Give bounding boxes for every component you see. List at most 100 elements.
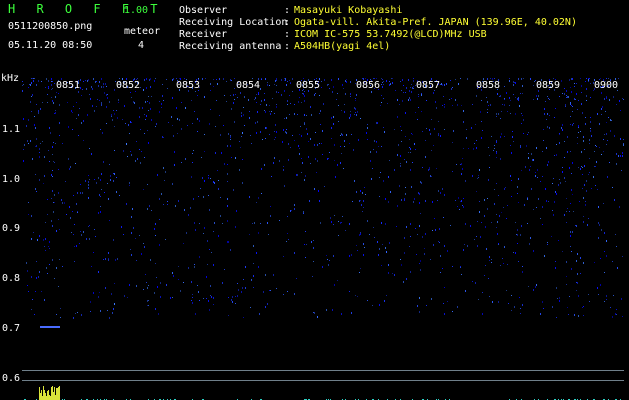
noise-pixel [408, 79, 409, 81]
noise-pixel [481, 121, 482, 122]
noise-pixel [110, 175, 111, 177]
noise-pixel [344, 146, 345, 147]
noise-pixel [575, 225, 576, 226]
noise-pixel [600, 258, 601, 259]
noise-pixel [143, 243, 144, 244]
noise-pixel [197, 95, 198, 96]
noise-pixel [71, 232, 72, 233]
noise-pixel [410, 169, 411, 171]
noise-pixel [431, 176, 432, 177]
noise-pixel [614, 135, 615, 137]
noise-pixel [193, 150, 194, 151]
colon: : [284, 29, 291, 40]
noise-pixel [440, 272, 441, 273]
noise-pixel [28, 202, 29, 203]
noise-pixel [250, 307, 251, 308]
noise-pixel [334, 144, 335, 146]
noise-pixel [386, 295, 387, 296]
noise-pixel [484, 275, 485, 276]
noise-pixel [568, 96, 569, 98]
noise-pixel [56, 92, 57, 93]
noise-pixel [487, 208, 488, 210]
noise-pixel [362, 78, 363, 79]
noise-pixel [345, 80, 346, 82]
noise-pixel [38, 112, 39, 114]
noise-pixel [412, 162, 413, 163]
noise-pixel [149, 205, 150, 207]
noise-pixel [51, 78, 52, 80]
noise-pixel [130, 249, 131, 250]
noise-pixel [590, 128, 591, 129]
noise-pixel [262, 139, 263, 140]
noise-pixel [358, 139, 359, 141]
noise-pixel [46, 78, 47, 80]
noise-pixel [303, 211, 304, 213]
noise-pixel [536, 95, 537, 97]
noise-pixel [460, 201, 461, 202]
noise-pixel [496, 227, 497, 228]
noise-pixel [547, 96, 548, 97]
noise-pixel [332, 309, 333, 311]
noise-pixel [186, 232, 187, 234]
noise-pixel [36, 261, 37, 262]
noise-pixel [199, 120, 200, 122]
noise-pixel [334, 284, 335, 286]
noise-pixel [529, 169, 530, 171]
noise-pixel [583, 140, 584, 142]
noise-pixel [341, 110, 342, 111]
noise-pixel [118, 102, 119, 103]
noise-pixel [462, 168, 463, 170]
noise-pixel [444, 84, 445, 86]
noise-pixel [304, 91, 305, 92]
noise-pixel [284, 78, 285, 79]
noise-pixel [589, 78, 590, 79]
noise-pixel [411, 133, 412, 134]
noise-pixel [403, 92, 404, 93]
noise-pixel [94, 179, 95, 180]
noise-pixel [94, 229, 95, 230]
noise-pixel [283, 129, 284, 131]
noise-pixel [500, 158, 501, 160]
noise-pixel [518, 178, 519, 180]
noise-pixel [554, 117, 555, 118]
noise-pixel [392, 82, 393, 84]
noise-pixel [476, 147, 477, 149]
noise-pixel [88, 175, 89, 176]
noise-pixel [586, 100, 587, 101]
noise-pixel [265, 78, 266, 80]
noise-pixel [457, 306, 458, 308]
noise-pixel [224, 95, 225, 96]
noise-pixel [343, 168, 344, 169]
noise-pixel [34, 116, 35, 117]
noise-pixel [441, 83, 442, 85]
noise-pixel [517, 98, 518, 100]
noise-pixel [515, 222, 516, 223]
noise-pixel [582, 167, 583, 168]
noise-pixel [117, 117, 118, 119]
noise-pixel [546, 147, 547, 149]
noise-pixel [411, 91, 412, 93]
colon: : [284, 41, 291, 52]
noise-pixel [105, 258, 106, 260]
noise-pixel [583, 221, 584, 223]
noise-pixel [100, 129, 101, 130]
noise-pixel [320, 124, 321, 125]
noise-pixel [93, 252, 94, 253]
noise-pixel [367, 300, 368, 301]
noise-pixel [404, 237, 405, 239]
noise-pixel [367, 139, 368, 140]
noise-pixel [489, 256, 490, 258]
noise-pixel [180, 290, 181, 292]
noise-pixel [72, 112, 73, 113]
noise-pixel [256, 94, 257, 95]
noise-pixel [310, 163, 311, 164]
noise-pixel [284, 90, 285, 92]
noise-pixel [622, 155, 623, 157]
noise-pixel [481, 100, 482, 101]
noise-pixel [254, 99, 255, 100]
noise-pixel [598, 237, 599, 239]
noise-pixel [261, 100, 262, 102]
noise-pixel [199, 300, 200, 301]
noise-pixel [47, 102, 48, 103]
noise-pixel [297, 114, 298, 115]
